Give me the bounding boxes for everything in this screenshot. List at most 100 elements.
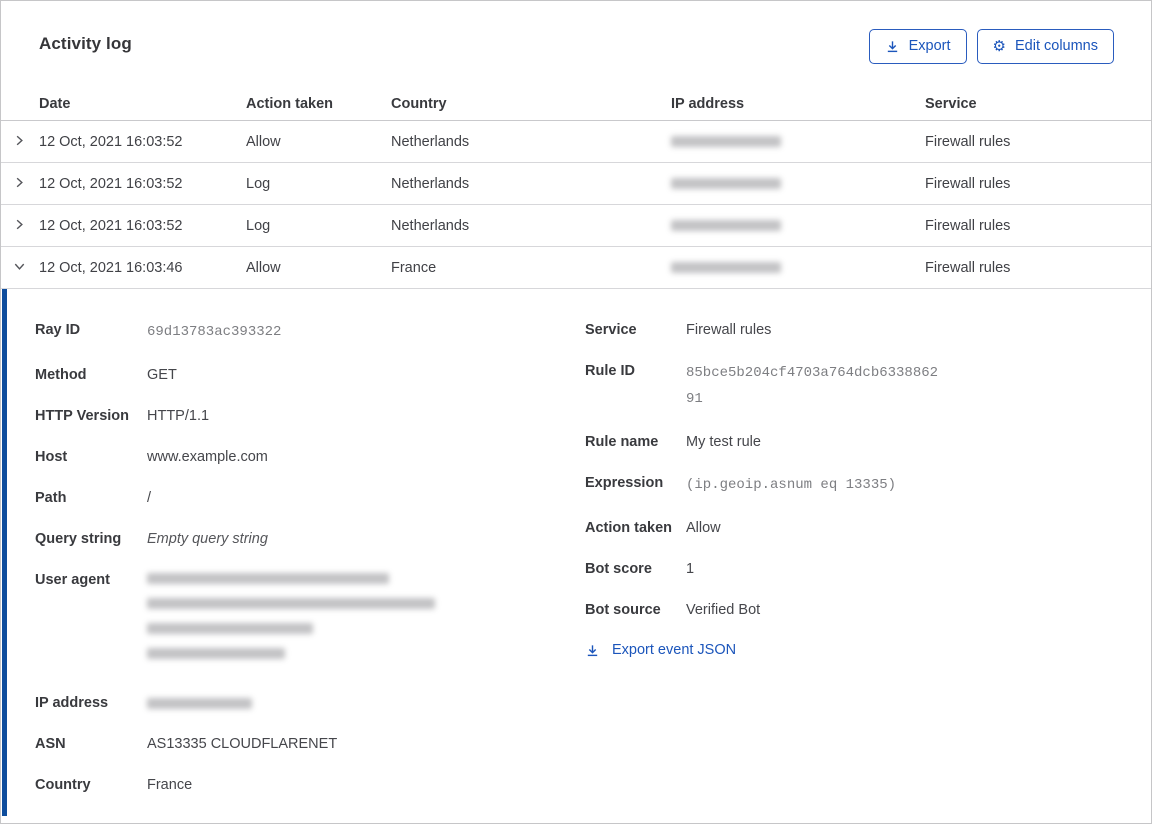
field-value: /: [147, 490, 152, 506]
cell-country: France: [391, 259, 437, 276]
field-value: (ip.geoip.asnum eq 13335): [686, 477, 897, 493]
export-button[interactable]: Export: [868, 28, 967, 64]
field-label: ASN: [35, 736, 66, 752]
chevron-right-icon: [12, 175, 27, 193]
cell-date: 12 Oct, 2021 16:03:52: [39, 175, 183, 192]
expand-row-button[interactable]: [1, 163, 39, 204]
field-label: Service: [585, 322, 637, 338]
export-event-json-link[interactable]: Export event JSON: [585, 642, 736, 658]
detail-field-bot-source: Bot source Verified Bot: [585, 599, 1151, 621]
cell-action-taken: Allow: [246, 133, 281, 150]
table-row-expanded[interactable]: 12 Oct, 2021 16:03:46 Allow France Firew…: [1, 247, 1151, 289]
field-value: Firewall rules: [686, 322, 772, 338]
detail-field-action-taken: Action taken Allow: [585, 517, 1151, 539]
field-label: Rule name: [585, 434, 659, 450]
detail-field-service: Service Firewall rules: [585, 319, 1151, 341]
field-value: HTTP/1.1: [147, 408, 210, 424]
field-label: IP address: [35, 695, 109, 711]
download-icon: [885, 39, 900, 54]
detail-field-path: Path /: [35, 487, 585, 509]
cell-country: Netherlands: [391, 217, 470, 234]
field-label: Ray ID: [35, 322, 81, 338]
table-header: Date Action taken Country IP address Ser…: [1, 87, 1151, 121]
detail-field-bot-score: Bot score 1: [585, 558, 1151, 580]
column-header-country: Country: [391, 95, 447, 112]
redacted-user-agent-blur: [147, 569, 435, 673]
field-value: [147, 692, 252, 714]
field-label: Method: [35, 367, 87, 383]
detail-field-asn: ASN AS13335 CLOUDFLARENET: [35, 733, 585, 755]
cell-ip-address: [671, 218, 925, 234]
topbar-actions: Export ⚙ Edit columns: [868, 28, 1114, 64]
redacted-ip-blur: [671, 262, 781, 274]
cell-ip-address: [671, 176, 925, 192]
event-detail-left-column: Ray ID 69d13783ac393322 Method GET HTTP …: [35, 319, 585, 816]
event-detail-right-column: Service Firewall rules Rule ID 85bce5b20…: [585, 319, 1151, 816]
cell-country: Netherlands: [391, 175, 470, 192]
field-value: Verified Bot: [686, 602, 761, 618]
column-header-service: Service: [925, 95, 977, 112]
detail-field-host: Host www.example.com: [35, 446, 585, 468]
field-value: 1: [686, 561, 695, 577]
field-value: www.example.com: [147, 449, 268, 465]
expand-row-button[interactable]: [1, 205, 39, 246]
field-value: 85bce5b204cf4703a764dcb633886291: [686, 365, 939, 407]
cell-ip-address: [671, 134, 925, 150]
field-value: 69d13783ac393322: [147, 324, 282, 340]
event-detail-panel: Ray ID 69d13783ac393322 Method GET HTTP …: [2, 289, 1151, 816]
column-header-action-taken: Action taken: [246, 95, 334, 112]
cell-service: Firewall rules: [925, 175, 1011, 192]
detail-field-expression: Expression (ip.geoip.asnum eq 13335): [585, 472, 1151, 498]
cell-country: Netherlands: [391, 133, 470, 150]
gear-icon: ⚙: [992, 36, 1006, 55]
cell-date: 12 Oct, 2021 16:03:46: [39, 259, 183, 276]
expand-row-button[interactable]: [1, 121, 39, 162]
chevron-right-icon: [12, 217, 27, 235]
chevron-right-icon: [12, 133, 27, 151]
detail-field-http-version: HTTP Version HTTP/1.1: [35, 405, 585, 427]
edit-columns-button-label: Edit columns: [1014, 38, 1098, 54]
chevron-down-icon: [12, 259, 27, 277]
redacted-ip-blur: [671, 136, 781, 148]
redacted-ip-blur: [147, 697, 252, 709]
field-label: Path: [35, 490, 67, 506]
download-icon: [585, 643, 600, 658]
table-row[interactable]: 12 Oct, 2021 16:03:52 Log Netherlands Fi…: [1, 163, 1151, 205]
cell-ip-address: [671, 260, 925, 276]
redacted-ip-blur: [671, 220, 781, 232]
topbar: Activity log Export ⚙ Edit columns: [1, 1, 1151, 87]
table-row[interactable]: 12 Oct, 2021 16:03:52 Allow Netherlands …: [1, 121, 1151, 163]
cell-service: Firewall rules: [925, 259, 1011, 276]
detail-field-rule-id: Rule ID 85bce5b204cf4703a764dcb633886291: [585, 360, 1151, 412]
export-event-json-label: Export event JSON: [612, 642, 737, 658]
redacted-ip-blur: [671, 178, 781, 190]
cell-action-taken: Log: [246, 217, 271, 234]
cell-date: 12 Oct, 2021 16:03:52: [39, 133, 183, 150]
field-label: Action taken: [585, 520, 673, 536]
field-label: User agent: [35, 572, 110, 588]
edit-columns-button[interactable]: ⚙ Edit columns: [976, 28, 1114, 64]
table-row[interactable]: 12 Oct, 2021 16:03:52 Log Netherlands Fi…: [1, 205, 1151, 247]
column-header-ip-address: IP address: [671, 95, 745, 112]
cell-service: Firewall rules: [925, 217, 1011, 234]
field-label: Expression: [585, 475, 664, 491]
field-value: My test rule: [686, 434, 761, 450]
field-label: Host: [35, 449, 68, 465]
field-label: HTTP Version: [35, 408, 130, 424]
detail-field-user-agent: User agent: [35, 569, 585, 673]
page-title: Activity log: [39, 34, 132, 53]
detail-field-ray-id: Ray ID 69d13783ac393322: [35, 319, 585, 345]
field-value: GET: [147, 367, 177, 383]
detail-field-query-string: Query string Empty query string: [35, 528, 585, 550]
export-button-label: Export: [908, 38, 951, 54]
column-header-date: Date: [39, 95, 71, 112]
detail-field-method: Method GET: [35, 364, 585, 386]
field-label: Bot score: [585, 561, 652, 577]
field-value: AS13335 CLOUDFLARENET: [147, 736, 338, 752]
cell-action-taken: Log: [246, 175, 271, 192]
collapse-row-button[interactable]: [1, 247, 39, 288]
field-label: Country: [35, 777, 91, 793]
detail-field-country: Country France: [35, 774, 585, 796]
detail-field-rule-name: Rule name My test rule: [585, 431, 1151, 453]
cell-action-taken: Allow: [246, 259, 281, 276]
